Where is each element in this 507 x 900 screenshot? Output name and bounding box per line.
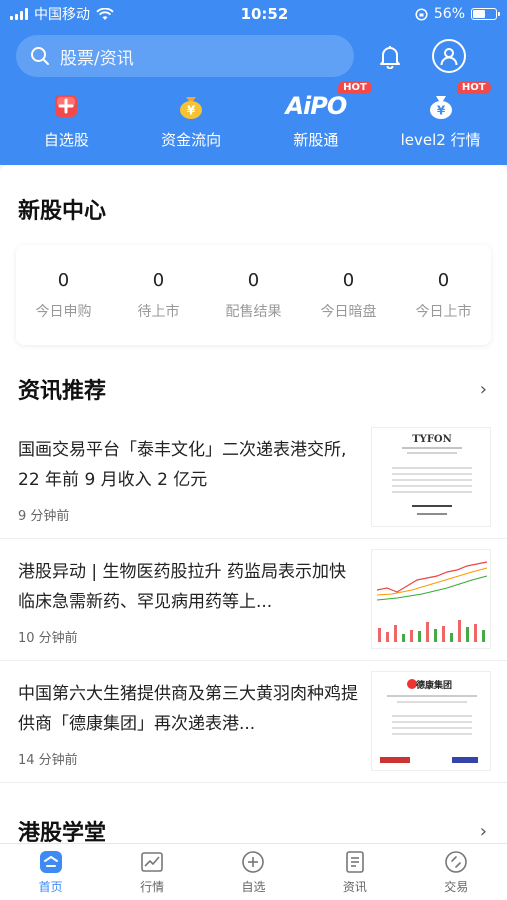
svg-text:德康集团: 德康集团 [416,679,452,691]
news-time: 10 分钟前 [18,631,78,646]
search-placeholder: 股票/资讯 [60,48,134,69]
svg-text:TYFON: TYFON [412,434,452,445]
quick-nav: 自选股 ¥ 资金流向 AiPO HOT 新股通 ¥ HOT level2 行情 [0,81,507,150]
tab-news[interactable]: 资讯 [315,849,395,895]
carrier-label: 中国移动 [34,7,90,23]
quick-nav-level2[interactable]: ¥ HOT level2 行情 [381,81,501,150]
chevron-right-icon: › [479,378,487,400]
battery-percent: 56% [433,6,465,22]
money-bag-icon: ¥ [174,89,208,123]
stat-label: 今日上市 [415,303,472,320]
hot-badge: HOT [338,81,372,94]
news-title: 港股异动 | 生物医药股拉升 药监局表示加快临床急需新药、罕见病用药等上... [18,562,346,612]
stat-value: 0 [247,269,260,291]
tab-home[interactable]: 首页 [11,849,91,895]
wifi-icon [96,7,114,20]
news-section-header[interactable]: 资讯推荐 › [0,373,507,405]
search-input[interactable]: 股票/资讯 [16,35,354,77]
header: 中国移动 10:52 56% 股票/资讯 自选股 ¥ 资金流向 AiPO HOT… [0,0,507,165]
add-circle-icon [240,849,266,875]
status-bar: 中国移动 10:52 56% [0,0,507,28]
stat-value: 0 [437,269,450,291]
news-thumbnail-document: 德康集团 [371,671,491,771]
stat-pending-listing[interactable]: 0 待上市 [114,270,204,321]
orientation-lock-icon [415,7,428,21]
stat-label: 配售结果 [225,303,282,320]
battery-icon [471,8,500,20]
tab-watchlist[interactable]: 自选 [213,849,293,895]
notification-button[interactable] [368,34,412,78]
tab-label: 交易 [444,880,469,894]
trade-icon [443,849,469,875]
stat-value: 0 [57,269,70,291]
stat-label: 今日暗盘 [320,303,377,320]
ipo-stats-card: 0 今日申购 0 待上市 0 配售结果 0 今日暗盘 0 今日上市 [16,245,491,345]
news-item[interactable]: 国画交易平台「泰丰文化」二次递表港交所, 22 年前 9 月收入 2 亿元 9 … [0,417,507,539]
chevron-right-icon: › [479,820,487,842]
news-thumbnail-document: TYFON [371,427,491,527]
quick-nav-label: 资金流向 [161,131,222,149]
search-icon [31,47,49,65]
news-icon [342,849,368,875]
user-icon [440,48,458,66]
quick-nav-fund-flow[interactable]: ¥ 资金流向 [131,89,251,150]
home-icon [38,849,64,875]
clock: 10:52 [240,5,289,23]
news-thumbnail-stock-chart [371,549,491,649]
quick-nav-watchlist[interactable]: 自选股 [6,89,126,150]
user-avatar-button[interactable] [432,39,466,73]
hk-school-title: 港股学堂 [18,821,107,843]
tab-bar: 首页 行情 自选 资讯 交易 [0,843,507,900]
hk-school-header[interactable]: 港股学堂 › [0,815,507,844]
stat-today-subscribe[interactable]: 0 今日申购 [19,270,109,321]
news-section-title: 资讯推荐 [18,379,107,404]
news-item[interactable]: 中国第六大生猪提供商及第三大黄羽肉种鸡提供商「德康集团」再次递表港... 14 … [0,661,507,783]
main-content: 新股中心 0 今日申购 0 待上市 0 配售结果 0 今日暗盘 0 今日上市 资… [0,165,507,843]
stat-value: 0 [342,269,355,291]
chart-icon [139,849,165,875]
stat-label: 待上市 [137,303,180,320]
bell-icon [380,46,400,69]
quick-nav-label: level2 行情 [400,131,481,149]
news-time: 9 分钟前 [18,509,70,524]
quick-nav-new-stock[interactable]: AiPO HOT 新股通 [256,81,376,150]
plus-badge-icon [49,89,83,123]
svg-text:¥: ¥ [187,104,196,118]
tab-label: 资讯 [342,880,367,894]
news-title: 国画交易平台「泰丰文化」二次递表港交所, 22 年前 9 月收入 2 亿元 [18,440,347,490]
news-item[interactable]: 港股异动 | 生物医药股拉升 药监局表示加快临床急需新药、罕见病用药等上... … [0,539,507,661]
tab-trade[interactable]: 交易 [416,849,496,895]
tab-label: 行情 [140,880,165,894]
tab-label: 自选 [241,880,266,894]
stat-grey-market[interactable]: 0 今日暗盘 [304,270,394,321]
yuan-bag-icon: ¥ [424,89,458,123]
stat-label: 今日申购 [35,303,92,320]
quick-nav-label: 新股通 [293,131,339,149]
tab-label: 首页 [38,880,63,894]
tab-market[interactable]: 行情 [112,849,192,895]
news-time: 14 分钟前 [18,753,78,768]
signal-icon [10,8,28,20]
ipo-center-title: 新股中心 [18,199,107,224]
quick-nav-label: 自选股 [43,131,89,149]
stat-today-listing[interactable]: 0 今日上市 [399,270,489,321]
svg-text:¥: ¥ [436,104,445,118]
aipo-logo: AiPO [285,92,347,120]
stat-value: 0 [152,269,165,291]
news-title: 中国第六大生猪提供商及第三大黄羽肉种鸡提供商「德康集团」再次递表港... [18,684,358,734]
stat-allotment-result[interactable]: 0 配售结果 [209,270,299,321]
hot-badge: HOT [456,81,491,94]
